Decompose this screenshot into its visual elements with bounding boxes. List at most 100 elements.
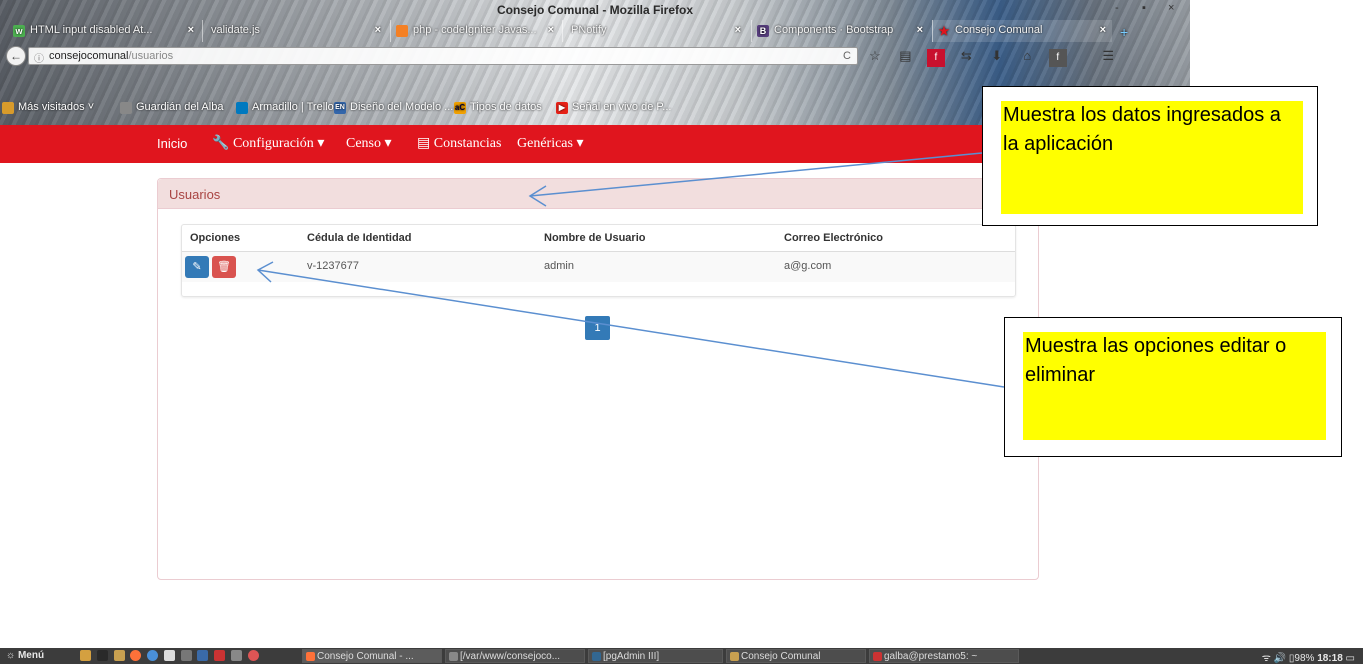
folder-icon[interactable] bbox=[113, 650, 125, 661]
bookmark-tipos[interactable]: aC Tipos de datos bbox=[454, 101, 542, 114]
trash-icon: 🗑 bbox=[217, 261, 231, 273]
col-usuario: Nombre de Usuario bbox=[544, 232, 646, 244]
panel-title: Usuarios bbox=[158, 179, 1038, 209]
col-correo: Correo Electrónico bbox=[784, 232, 884, 244]
tab-label: php - codeIgniter Javas... bbox=[413, 24, 537, 36]
media-icon[interactable] bbox=[247, 650, 259, 661]
folder-icon bbox=[2, 102, 14, 114]
close-tab-icon[interactable]: × bbox=[735, 24, 741, 36]
firefox-icon[interactable] bbox=[130, 650, 142, 661]
minimize-button[interactable]: - bbox=[1115, 2, 1119, 14]
extension-icon[interactable]: ⇆ bbox=[957, 47, 975, 65]
modelo-icon: EN bbox=[334, 102, 346, 114]
tab-html-input[interactable]: w HTML input disabled At... × bbox=[8, 20, 200, 42]
usuarios-table: Opciones Cédula de Identidad Nombre de U… bbox=[181, 224, 1016, 297]
start-menu[interactable]: ☼ Menú bbox=[6, 650, 44, 661]
network-icon[interactable] bbox=[197, 650, 209, 661]
volume-icon[interactable]: 🔊 bbox=[1274, 653, 1286, 664]
stackoverflow-favicon-icon bbox=[396, 25, 408, 37]
tab-label: Components · Bootstrap bbox=[774, 24, 894, 36]
folder-icon bbox=[730, 652, 739, 661]
clock[interactable]: 18:18 bbox=[1317, 653, 1343, 664]
maximize-button[interactable]: ▪ bbox=[1142, 2, 1146, 14]
callout-datos: Muestra los datos ingresados a la aplica… bbox=[982, 86, 1318, 226]
nav-constancias[interactable]: ▤ Constancias bbox=[417, 135, 501, 152]
nav-genericas[interactable]: Genéricas ▾ bbox=[517, 135, 584, 152]
close-tab-icon[interactable]: × bbox=[1100, 24, 1106, 36]
terminal-icon bbox=[873, 652, 882, 661]
system-taskbar: ☼ Menú Consejo Comunal - ... [/var/www/c… bbox=[0, 648, 1363, 664]
url-bar[interactable]: ⓘ consejocomunal/usuarios C bbox=[28, 47, 858, 65]
globe-icon bbox=[120, 102, 132, 114]
callout-opciones: Muestra las opciones editar o eliminar bbox=[1004, 317, 1342, 457]
new-tab-button[interactable]: + bbox=[1114, 20, 1138, 42]
task-terminal[interactable]: galba@prestamo5: ~ bbox=[869, 649, 1019, 663]
tab-bootstrap[interactable]: B Components · Bootstrap × bbox=[751, 20, 929, 42]
back-button[interactable]: ← bbox=[6, 46, 26, 66]
usuarios-panel: Usuarios Opciones Cédula de Identidad No… bbox=[157, 178, 1039, 580]
battery-level: 98% bbox=[1294, 653, 1315, 664]
list-icon: ▤ bbox=[417, 136, 431, 151]
terminal-icon[interactable] bbox=[180, 650, 192, 661]
url-path: /usuarios bbox=[128, 50, 174, 62]
pagination-page[interactable]: 1 bbox=[585, 316, 610, 340]
table-header: Opciones Cédula de Identidad Nombre de U… bbox=[182, 225, 1015, 252]
callout-datos-text: Muestra los datos ingresados a la aplica… bbox=[1001, 101, 1303, 214]
w3-favicon-icon: w bbox=[13, 25, 25, 37]
tab-validate[interactable]: validate.js × bbox=[202, 20, 387, 42]
reader-icon[interactable]: ▤ bbox=[896, 47, 914, 65]
screenshot: Consejo Comunal - Mozilla Firefox - ▪ × … bbox=[0, 0, 1363, 664]
bookmark-senal[interactable]: ▶ Señal en vivo de P... bbox=[556, 101, 671, 114]
cell-correo: a@g.com bbox=[784, 260, 832, 272]
tab-label: Consejo Comunal bbox=[955, 24, 1043, 36]
close-tab-icon[interactable]: × bbox=[917, 24, 923, 36]
cell-cedula: v-1237677 bbox=[307, 260, 359, 272]
calc-icon[interactable] bbox=[231, 650, 243, 661]
bookmark-star-icon[interactable]: ☆ bbox=[866, 47, 884, 65]
tab-codeigniter[interactable]: php - codeIgniter Javas... × bbox=[390, 20, 560, 42]
tab-pnotify[interactable]: PNotify × bbox=[562, 20, 747, 42]
callout-opciones-text: Muestra las opciones editar o eliminar bbox=[1023, 332, 1326, 440]
chromium-icon[interactable] bbox=[147, 650, 159, 661]
info-icon[interactable]: ⓘ bbox=[34, 50, 44, 65]
bookmark-diseno[interactable]: EN Diseño del Modelo ... bbox=[334, 101, 453, 114]
reload-icon[interactable]: C bbox=[843, 50, 851, 62]
app-icon[interactable] bbox=[214, 650, 226, 661]
download-icon[interactable]: ⬇ bbox=[988, 47, 1006, 65]
menu-icon[interactable]: ☰ bbox=[1099, 47, 1117, 65]
trello-icon bbox=[236, 102, 248, 114]
firefox-icon bbox=[306, 652, 315, 661]
nav-configuracion[interactable]: 🔧 Configuración ▾ bbox=[212, 135, 324, 152]
ac-icon: aC bbox=[454, 102, 466, 114]
url-host: consejocomunal bbox=[49, 50, 129, 62]
settings-icon[interactable] bbox=[163, 650, 175, 661]
delete-button[interactable]: 🗑 bbox=[212, 256, 236, 278]
flash-icon[interactable]: f bbox=[926, 49, 945, 67]
tab-label: PNotify bbox=[571, 24, 607, 36]
addon-icon[interactable]: f bbox=[1048, 49, 1067, 67]
pgadmin-icon bbox=[592, 652, 601, 661]
close-tab-icon[interactable]: × bbox=[188, 24, 194, 36]
task-editor[interactable]: [/var/www/consejoco... bbox=[445, 649, 585, 663]
nav-inicio[interactable]: Inicio bbox=[157, 136, 187, 151]
files-icon[interactable] bbox=[80, 650, 91, 661]
wifi-icon[interactable]: ᯤ bbox=[1262, 653, 1271, 664]
bookmark-trello[interactable]: Armadillo | Trello bbox=[236, 101, 334, 114]
window-title: Consejo Comunal - Mozilla Firefox bbox=[496, 3, 693, 17]
tab-consejo-comunal[interactable]: ★ Consejo Comunal × bbox=[932, 20, 1112, 42]
close-window-button[interactable]: × bbox=[1168, 2, 1174, 14]
tab-label: HTML input disabled At... bbox=[30, 24, 153, 36]
nav-censo[interactable]: Censo ▾ bbox=[346, 135, 392, 152]
home-icon[interactable]: ⌂ bbox=[1018, 47, 1036, 65]
bootstrap-favicon-icon: B bbox=[757, 25, 769, 37]
task-pgadmin[interactable]: [pgAdmin III] bbox=[588, 649, 723, 663]
bookmark-guardian[interactable]: Guardián del Alba bbox=[120, 101, 223, 114]
spacer-icon bbox=[96, 650, 108, 661]
close-tab-icon[interactable]: × bbox=[375, 24, 381, 36]
bookmark-mas-visitados[interactable]: Más visitados ˅ bbox=[2, 101, 94, 114]
edit-button[interactable]: ✎ bbox=[185, 256, 209, 278]
task-file-manager[interactable]: Consejo Comunal bbox=[726, 649, 866, 663]
task-firefox[interactable]: Consejo Comunal - ... bbox=[302, 649, 442, 663]
show-desktop-icon[interactable]: ▭ bbox=[1346, 653, 1355, 664]
close-tab-icon[interactable]: × bbox=[548, 24, 554, 36]
